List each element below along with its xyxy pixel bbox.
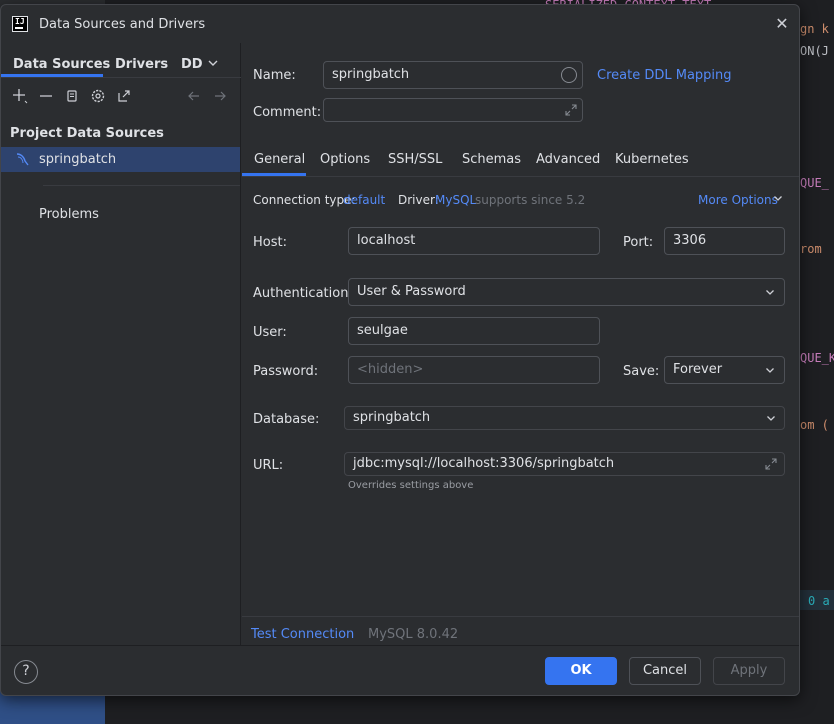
test-connection-link[interactable]: Test Connection xyxy=(251,627,354,642)
more-options-link[interactable]: More Options xyxy=(698,193,778,207)
ok-button[interactable]: OK xyxy=(545,657,617,685)
tab-kubernetes[interactable]: Kubernetes xyxy=(615,152,689,167)
problems-item[interactable]: Problems xyxy=(39,207,99,222)
app-logo-icon: IJ xyxy=(12,16,28,32)
database-select[interactable]: springbatch xyxy=(344,406,785,430)
bg-code-line: QUE_K xyxy=(800,351,834,365)
tab-ssh-ssl[interactable]: SSH/SSL xyxy=(388,152,442,167)
driver-label: Driver: xyxy=(398,193,439,207)
chevron-down-icon[interactable] xyxy=(773,193,783,206)
driver-link[interactable]: MySQL xyxy=(435,193,476,207)
tab-schemas[interactable]: Schemas xyxy=(462,152,521,167)
chevron-down-icon[interactable] xyxy=(765,365,775,378)
tree-item-label[interactable]: springbatch xyxy=(39,152,116,167)
url-hint: Overrides settings above xyxy=(348,480,474,491)
help-icon[interactable]: ? xyxy=(14,660,38,684)
name-input[interactable]: springbatch xyxy=(323,61,583,89)
server-version: MySQL 8.0.42 xyxy=(368,627,459,642)
left-panel: Data Sources Drivers DDL Project Data So xyxy=(1,43,241,645)
color-picker-icon[interactable] xyxy=(561,67,577,83)
mysql-icon xyxy=(15,151,31,167)
authentication-label: Authentication: xyxy=(253,286,353,301)
bg-code-line: gn k xyxy=(800,22,829,36)
expand-icon[interactable] xyxy=(764,457,778,471)
back-arrow-icon[interactable] xyxy=(185,87,203,105)
chevron-down-icon[interactable] xyxy=(207,57,219,72)
driver-note: supports since 5.2 xyxy=(475,193,586,207)
host-input[interactable]: localhost xyxy=(348,227,600,255)
connection-type-dropdown[interactable]: default xyxy=(343,193,385,207)
password-label: Password: xyxy=(253,364,319,379)
url-input[interactable]: jdbc:mysql://localhost:3306/springbatch xyxy=(344,452,785,476)
open-external-icon[interactable] xyxy=(115,87,133,105)
name-label: Name: xyxy=(253,68,296,83)
database-label: Database: xyxy=(253,412,320,427)
remove-icon[interactable] xyxy=(37,87,55,105)
bg-code-line: om ( xyxy=(800,418,829,432)
bg-code-line: 0 a xyxy=(808,594,830,608)
url-label: URL: xyxy=(253,458,284,473)
chevron-down-icon[interactable] xyxy=(765,287,775,300)
create-ddl-mapping-link[interactable]: Create DDL Mapping xyxy=(597,68,732,83)
dialog-title: Data Sources and Drivers xyxy=(39,17,206,32)
tab-separator xyxy=(242,176,799,177)
connection-type-label: Connection type: xyxy=(253,193,356,207)
user-input[interactable]: seulgae xyxy=(348,317,600,345)
bg-code-line: rom xyxy=(800,242,822,256)
save-label: Save: xyxy=(623,364,660,379)
user-label: User: xyxy=(253,325,287,340)
tab-advanced[interactable]: Advanced xyxy=(536,152,600,167)
settings-icon[interactable] xyxy=(89,87,107,105)
close-icon[interactable]: ✕ xyxy=(773,15,791,33)
divider xyxy=(43,185,240,186)
copy-icon[interactable] xyxy=(63,87,81,105)
divider xyxy=(242,616,799,617)
expand-icon[interactable] xyxy=(564,103,578,117)
tree-item-selected[interactable] xyxy=(1,147,240,172)
dialog-titlebar: IJ Data Sources and Drivers ✕ xyxy=(1,5,799,43)
bg-code-line: QUE_ xyxy=(800,176,829,190)
chevron-down-icon[interactable] xyxy=(766,413,776,426)
host-label: Host: xyxy=(253,235,287,250)
footer-separator xyxy=(1,645,799,646)
bg-code-line: ON(J xyxy=(800,44,829,58)
section-title: Project Data Sources xyxy=(10,126,164,141)
comment-input[interactable] xyxy=(323,98,583,122)
password-input[interactable]: <hidden> xyxy=(348,356,600,384)
apply-button[interactable]: Apply xyxy=(713,657,785,685)
port-label: Port: xyxy=(623,235,654,250)
authentication-select[interactable]: User & Password xyxy=(348,278,785,306)
forward-arrow-icon[interactable] xyxy=(211,87,229,105)
tab-options[interactable]: Options xyxy=(320,152,370,167)
add-icon[interactable] xyxy=(11,87,29,105)
data-sources-dialog: IJ Data Sources and Drivers ✕ Data Sourc… xyxy=(0,4,800,696)
tab-separator xyxy=(1,77,241,78)
comment-label: Comment: xyxy=(253,105,322,120)
tab-ddl[interactable]: DDL xyxy=(181,57,203,72)
right-panel: Name: springbatch Create DDL Mapping Com… xyxy=(242,43,799,645)
tab-general[interactable]: General xyxy=(254,152,305,167)
tab-data-sources[interactable]: Data Sources xyxy=(13,57,110,72)
tab-drivers[interactable]: Drivers xyxy=(115,57,168,72)
cancel-button[interactable]: Cancel xyxy=(629,657,701,685)
port-input[interactable]: 3306 xyxy=(664,227,785,255)
